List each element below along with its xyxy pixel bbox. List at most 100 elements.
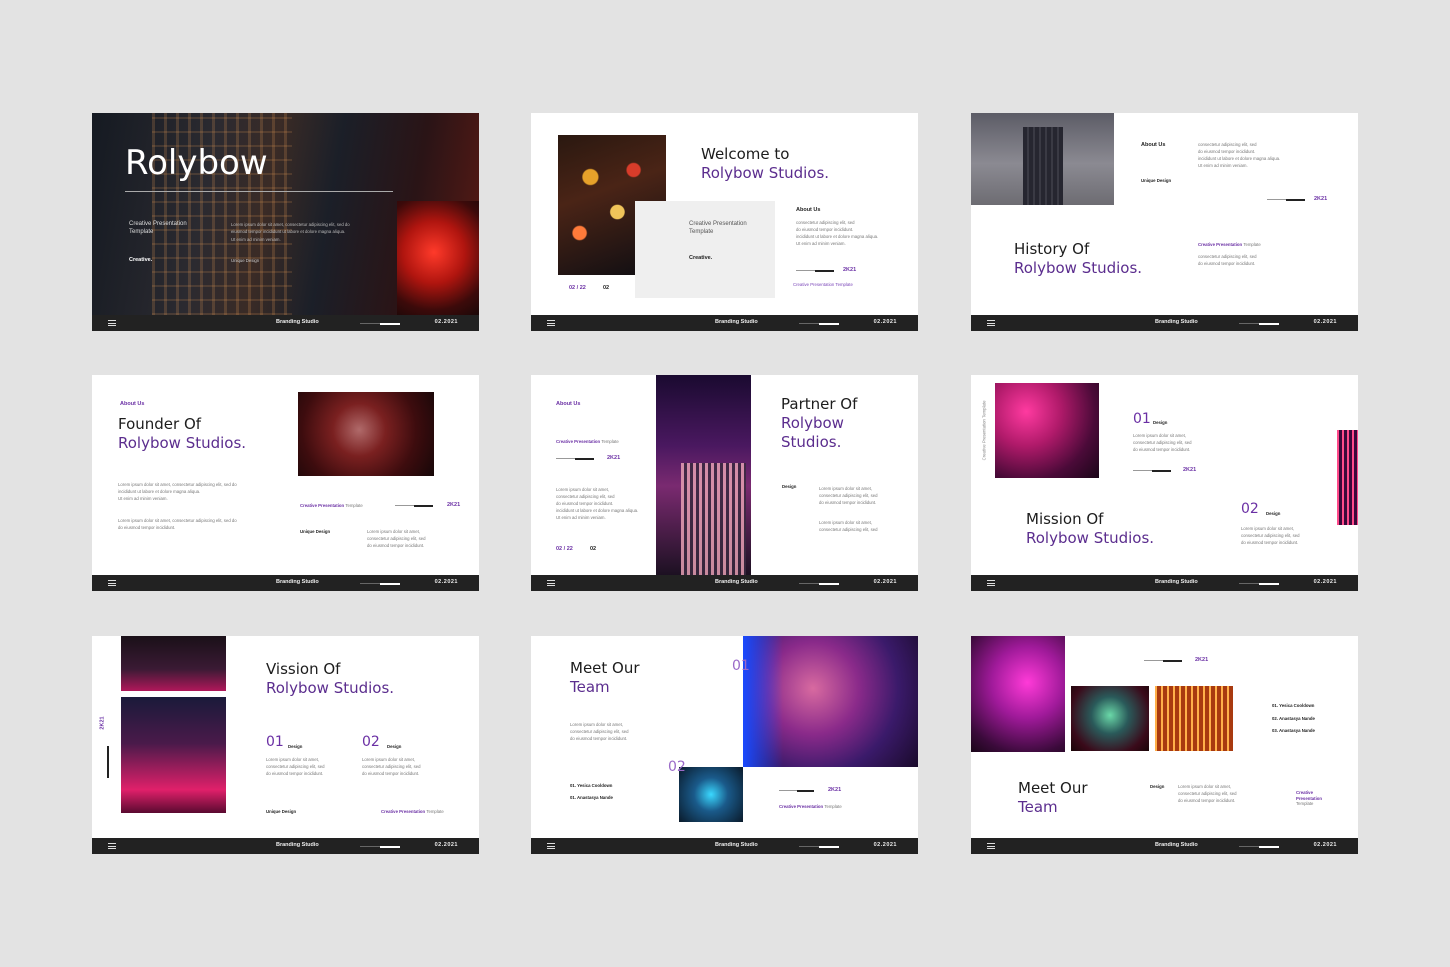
footer-bar: Branding Studio 02.2021 xyxy=(531,838,918,854)
history-body2: consectetur adipiscing elit, sed do eius… xyxy=(1198,254,1257,268)
footer-bar: Branding Studio 02.2021 xyxy=(531,575,918,591)
footer-date: 02.2021 xyxy=(1313,842,1337,848)
footer-bar: Branding Studio 02.2021 xyxy=(92,575,479,591)
slide-meet-team-1[interactable]: Meet Our Team Lorem ipsum dolor sit amet… xyxy=(531,636,918,854)
footer-line xyxy=(360,845,400,848)
menu-icon[interactable] xyxy=(987,843,995,849)
founder-body: Lorem ipsum dolor sit amet, consectetur … xyxy=(118,482,237,503)
body-line: Ut enim ad minim veniam. xyxy=(796,240,846,246)
unique-design-label: Unique Design xyxy=(300,529,331,534)
footer-date: 02.2021 xyxy=(434,842,458,848)
body-line: do eiusmod tempor incididunt. xyxy=(556,500,614,506)
small-neon-photo xyxy=(679,767,743,822)
green-portrait-photo xyxy=(1071,686,1149,751)
body-line: do eiusmod tempor incididunt. xyxy=(1178,797,1236,803)
slide-history[interactable]: About Us Unique Design consectetur adipi… xyxy=(971,113,1358,331)
body-line: do eiusmod tempor incididunt. xyxy=(1198,260,1256,266)
body-line: Lorem ipsum dolor sit amet, xyxy=(362,757,416,762)
orange-lights-photo xyxy=(1155,686,1233,751)
cpt-small: Creative Presentation Template xyxy=(779,804,842,811)
menu-icon[interactable] xyxy=(108,320,116,326)
cpt-line: Template xyxy=(689,228,714,235)
body-line: Lorem ipsum dolor sit amet, xyxy=(1133,433,1187,438)
cpt-bold: Creative Presentation xyxy=(300,503,345,508)
vission-num-01: 01 xyxy=(266,734,284,750)
founder-body3: Lorem ipsum dolor sit amet, consectetur … xyxy=(367,529,426,550)
founder-line1: Founder Of xyxy=(118,415,202,433)
menu-icon[interactable] xyxy=(547,843,555,849)
menu-icon[interactable] xyxy=(547,580,555,586)
menu-icon[interactable] xyxy=(987,320,995,326)
portrait-blue-edge xyxy=(743,636,783,767)
cpt-tpl: Template xyxy=(601,439,619,444)
cover-rule xyxy=(125,191,393,192)
menu-icon[interactable] xyxy=(108,843,116,849)
footer-line xyxy=(799,582,839,585)
menu-icon[interactable] xyxy=(108,580,116,586)
welcome-line1: Welcome to xyxy=(701,145,790,163)
night-city-photo-bottom xyxy=(121,697,226,813)
vission-line1: Vission Of xyxy=(266,660,341,678)
founder-body2: Lorem ipsum dolor sit amet, consectetur … xyxy=(118,518,237,532)
about-label: About Us xyxy=(556,401,581,407)
footer-date: 02.2021 xyxy=(873,842,897,848)
vission-body1: Lorem ipsum dolor sit amet, consectetur … xyxy=(266,757,325,778)
menu-icon[interactable] xyxy=(547,320,555,326)
body-line: Lorem ipsum dolor sit amet, xyxy=(819,520,873,525)
body-line: consectetur adipiscing elit, sed xyxy=(266,763,325,769)
mission-body2: Lorem ipsum dolor sit amet, consectetur … xyxy=(1241,526,1300,547)
page-number: 02 / 22 xyxy=(569,285,586,291)
history-line2: Rolybow Studios. xyxy=(1014,259,1143,277)
cpt-tpl: Template xyxy=(1243,242,1261,247)
footer-studio: Branding Studio xyxy=(715,579,758,585)
design-label: Design xyxy=(288,744,303,749)
body-line: consectetur adipiscing elit, sed xyxy=(1178,790,1237,796)
body-line: consectetur adipiscing elit, sed xyxy=(796,220,855,225)
neon-strip-photo xyxy=(1337,430,1358,525)
body-line: consectetur adipiscing elit, sed xyxy=(1198,254,1257,259)
partner-line2: Rolybow xyxy=(781,414,844,432)
k-label: 2K21 xyxy=(1183,467,1197,473)
mission-num-02: 02 xyxy=(1241,501,1259,517)
body-line: Lorem ipsum dolor sit amet, consectetur … xyxy=(118,482,237,487)
mission-body1: Lorem ipsum dolor sit amet, consectetur … xyxy=(1133,433,1192,454)
slide-welcome[interactable]: Creative Presentation Template Creative.… xyxy=(531,113,918,331)
founder-line2: Rolybow Studios. xyxy=(118,434,247,452)
slide-mission[interactable]: Creative Presentation Template 01 Design… xyxy=(971,375,1358,591)
body-line: consectetur adipiscing elit, sed xyxy=(1133,439,1192,445)
footer-bar: Branding Studio 02.2021 xyxy=(92,315,479,331)
cover-subtitle-line: Template xyxy=(129,228,154,235)
slide-meet-team-2[interactable]: 2K21 01. Yesica Cooldown 02. Anastasya N… xyxy=(971,636,1358,854)
slide-cover[interactable]: Rolybow Creative Presentation Template L… xyxy=(92,113,479,331)
body-line: Ut enim ad minim veniam. xyxy=(118,495,168,501)
k-label: 2K21 xyxy=(1314,196,1328,202)
partner-line3: Studios. xyxy=(781,433,842,451)
body-line: consectetur adipiscing elit, sed xyxy=(819,526,878,532)
menu-icon[interactable] xyxy=(987,580,995,586)
body-line: incididunt ut labore et dolore magna ali… xyxy=(556,507,639,513)
divider xyxy=(556,457,594,460)
team-line2: Team xyxy=(570,678,610,696)
history-body: consectetur adipiscing elit, sed do eius… xyxy=(1198,142,1280,170)
body-line: Lorem ipsum dolor sit amet, xyxy=(1241,526,1295,531)
neon-portrait-photo xyxy=(397,201,479,315)
body-line: Lorem ipsum dolor sit amet, xyxy=(819,486,873,491)
mission-line1: Mission Of xyxy=(1026,510,1104,528)
divider xyxy=(1267,198,1305,201)
vission-body2: Lorem ipsum dolor sit amet, consectetur … xyxy=(362,757,421,778)
divider xyxy=(779,789,814,792)
slide-partner[interactable]: About Us Creative Presentation Template … xyxy=(531,375,918,591)
footer-studio: Branding Studio xyxy=(276,319,319,325)
body-line: Lorem ipsum dolor sit amet, xyxy=(266,757,320,762)
about-label: About Us xyxy=(1141,142,1166,148)
slide-founder[interactable]: About Us Founder Of Rolybow Studios. Lor… xyxy=(92,375,479,591)
body-line: Lorem ipsum dolor sit amet, xyxy=(556,487,610,492)
slide-vission[interactable]: 2K21 Vission Of Rolybow Studios. 01 Desi… xyxy=(92,636,479,854)
footer-bar: Branding Studio 02.2021 xyxy=(971,838,1358,854)
cpt-tpl: Template xyxy=(824,804,842,809)
team-line1: Meet Our xyxy=(1018,779,1088,797)
body-line: eiusmod tempor incididunt ut labore et d… xyxy=(231,229,346,235)
body-line: Ut enim ad minim veniam. xyxy=(556,514,606,520)
body-line: Lorem ipsum dolor sit amet, xyxy=(367,529,421,534)
cpt-stack: Creative Presentation Template xyxy=(1296,790,1322,807)
